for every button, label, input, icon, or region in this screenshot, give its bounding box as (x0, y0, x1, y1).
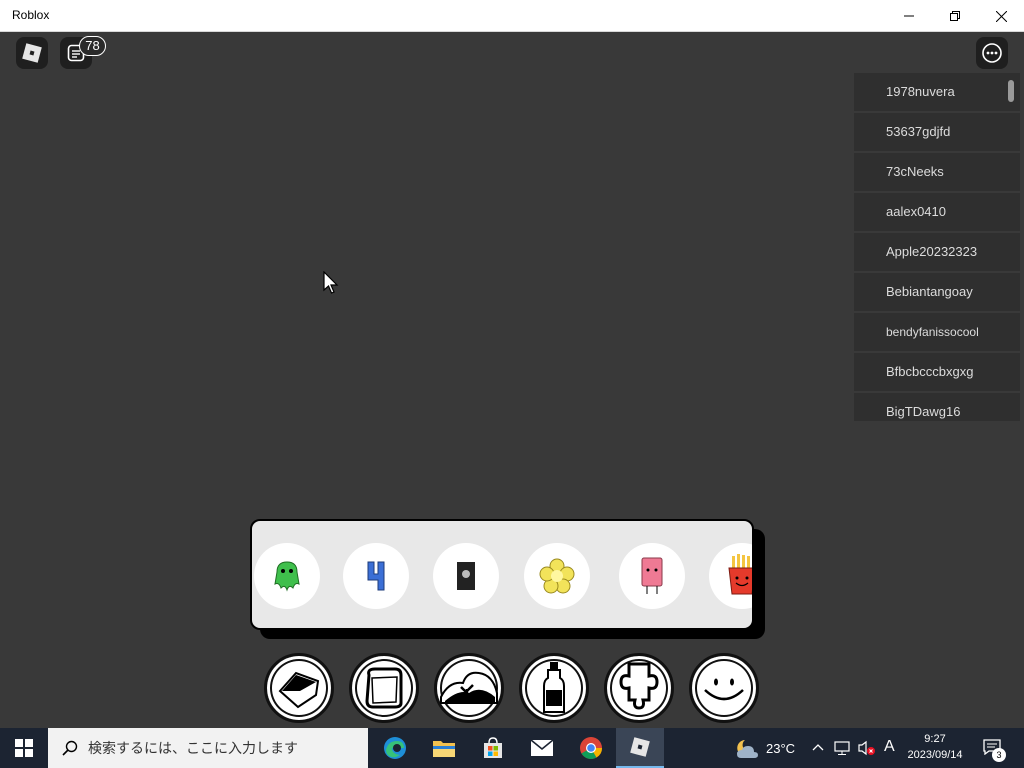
bread-icon (365, 667, 403, 709)
notification-count-badge: 3 (992, 748, 1006, 762)
face-icon (704, 678, 744, 701)
category-shape-button[interactable] (264, 653, 334, 723)
folder-icon (433, 741, 455, 757)
roblox-icon (630, 737, 650, 757)
minimize-button[interactable] (886, 0, 932, 32)
shape-icon (278, 671, 320, 709)
player-row[interactable]: BigTDawg16 (854, 393, 1020, 421)
item-slot[interactable] (619, 543, 685, 609)
search-icon (62, 740, 78, 756)
player-row[interactable]: aalex0410 (854, 193, 1020, 231)
player-row[interactable]: Bebiantangoay (854, 273, 1020, 311)
item-slot[interactable] (709, 543, 752, 609)
minimize-icon (904, 15, 914, 17)
taskbar-store-button[interactable] (469, 728, 517, 768)
item-slot[interactable] (433, 543, 499, 609)
more-icon (982, 43, 1002, 63)
player-row[interactable]: 73cNeeks (854, 153, 1020, 191)
taskbar-edge-button[interactable] (371, 728, 419, 768)
landscape-icon (440, 671, 498, 704)
bottle-icon (543, 662, 565, 713)
window-title: Roblox (12, 8, 50, 22)
volume-muted-icon[interactable] (858, 740, 876, 756)
blue-four-character-icon (367, 561, 385, 591)
player-row[interactable]: Bfbcbcccbxgxg (854, 353, 1020, 391)
taskbar-search-box[interactable]: 検索するには、ここに入力します (48, 728, 368, 768)
close-icon (995, 10, 1007, 22)
player-row[interactable]: bendyfanissocool (854, 313, 1020, 351)
item-panel (250, 519, 754, 630)
network-icon[interactable] (834, 740, 852, 756)
more-menu-button[interactable] (976, 37, 1008, 69)
window-title-bar: Roblox (0, 0, 1024, 32)
weather-icon[interactable] (733, 736, 759, 760)
ime-indicator[interactable]: A (884, 738, 895, 756)
chat-unread-badge: 78 (79, 36, 106, 56)
weather-temperature[interactable]: 23°C (766, 741, 795, 756)
roblox-logo-icon (22, 43, 42, 63)
item-slot[interactable] (254, 543, 320, 609)
item-slot[interactable] (343, 543, 409, 609)
search-placeholder: 検索するには、ここに入力します (88, 740, 298, 756)
player-row[interactable]: 53637gdjfd (854, 113, 1020, 151)
pink-eraser-character-icon (641, 557, 663, 594)
game-viewport[interactable]: 78 1978nuvera 53637gdjfd 73cNeeks aalex0… (0, 32, 1024, 728)
category-puzzle-button[interactable] (604, 653, 674, 723)
store-icon (484, 737, 502, 758)
edge-icon (384, 737, 406, 759)
mail-icon (530, 739, 554, 756)
windows-logo-icon (15, 739, 33, 757)
roblox-menu-button[interactable] (16, 37, 48, 69)
category-landscape-button[interactable] (434, 653, 504, 723)
green-character-icon (274, 561, 300, 592)
item-slot[interactable] (524, 543, 590, 609)
player-row[interactable]: 1978nuvera (854, 73, 1020, 111)
puzzle-icon (619, 662, 659, 710)
taskbar: 検索するには、ここに入力します 23°C A 9:27 2023/09/14 3 (0, 728, 1024, 768)
taskbar-clock[interactable]: 9:27 2023/09/14 (900, 731, 970, 763)
close-button[interactable] (978, 0, 1024, 32)
taskbar-roblox-button[interactable] (616, 728, 664, 768)
chevron-up-icon[interactable] (812, 742, 824, 752)
black-card-icon (457, 562, 475, 590)
category-bread-button[interactable] (349, 653, 419, 723)
category-face-button[interactable] (689, 653, 759, 723)
taskbar-mail-button[interactable] (518, 728, 566, 768)
start-button[interactable] (0, 728, 48, 768)
clock-date: 2023/09/14 (907, 749, 963, 761)
player-row[interactable]: Apple20232323 (854, 233, 1020, 271)
taskbar-explorer-button[interactable] (420, 728, 468, 768)
mouse-cursor-icon (323, 271, 339, 294)
category-bottle-button[interactable] (519, 653, 589, 723)
restore-icon (950, 11, 960, 21)
yellow-flower-character-icon (539, 558, 575, 594)
chrome-icon (580, 737, 602, 759)
player-list-scrollbar[interactable] (1008, 80, 1014, 102)
clock-time: 9:27 (924, 733, 946, 745)
restore-button[interactable] (932, 0, 978, 32)
fries-character-icon (728, 554, 752, 595)
taskbar-chrome-button[interactable] (567, 728, 615, 768)
player-list[interactable]: 1978nuvera 53637gdjfd 73cNeeks aalex0410… (854, 73, 1020, 421)
